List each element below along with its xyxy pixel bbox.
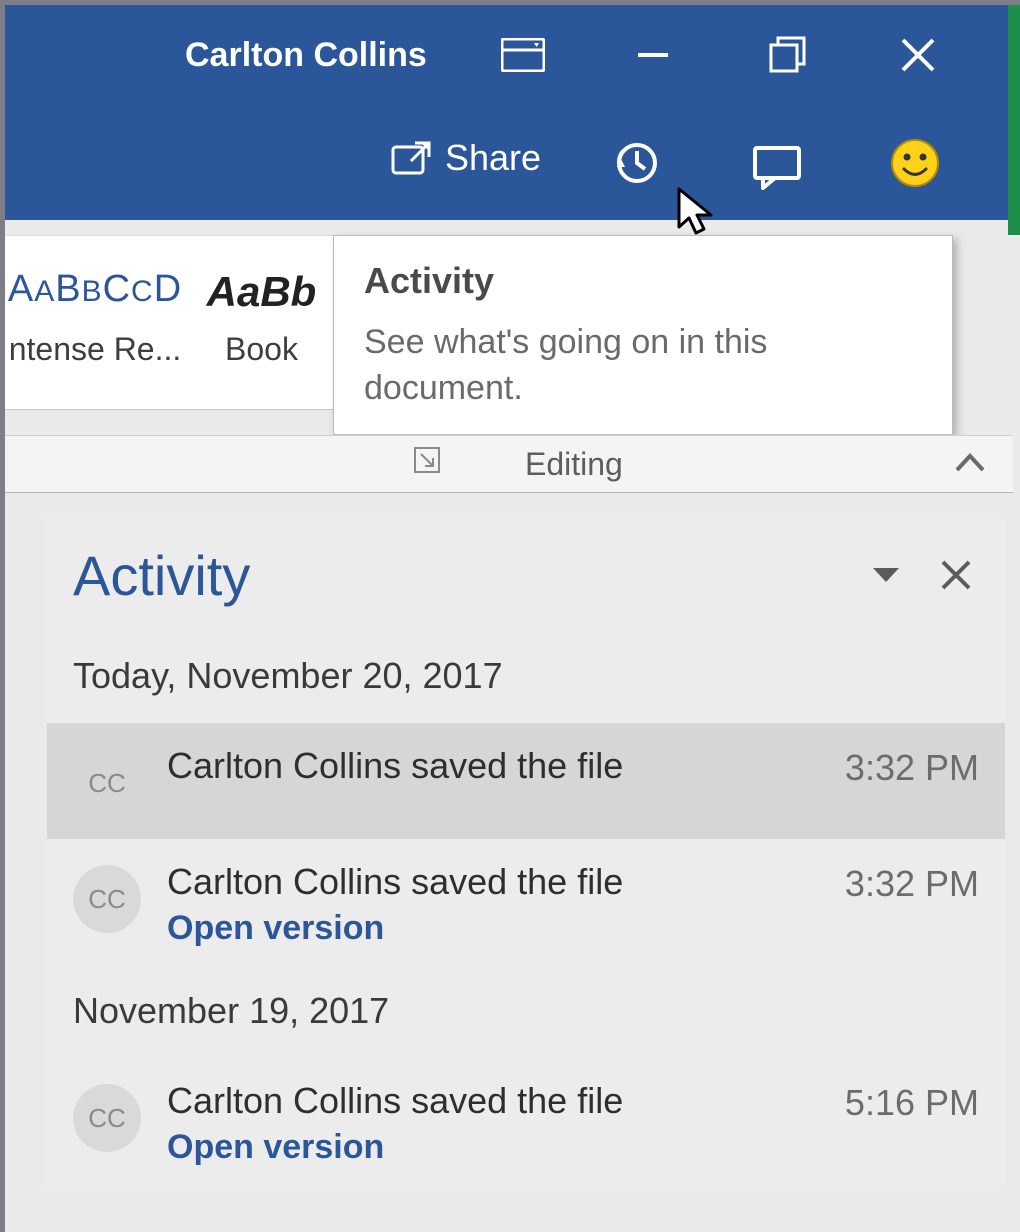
- avatar: CC: [73, 865, 141, 933]
- activity-tooltip: Activity See what's going on in this doc…: [333, 235, 953, 435]
- open-version-link[interactable]: Open version: [167, 1128, 819, 1167]
- activity-item-body: Carlton Collins saved the file Open vers…: [167, 861, 819, 948]
- ribbon-display-icon: [501, 38, 545, 72]
- dropdown-icon: [869, 564, 903, 586]
- restore-button[interactable]: [730, 5, 845, 105]
- activity-item[interactable]: CC Carlton Collins saved the file 3:32 P…: [47, 723, 1005, 839]
- minimize-icon: [634, 36, 672, 74]
- style-intense-reference[interactable]: AABBCCD ntense Re...: [5, 236, 185, 411]
- avatar: CC: [73, 1084, 141, 1152]
- activity-time: 3:32 PM: [845, 863, 979, 905]
- style-label: Book: [190, 331, 333, 368]
- smiley-icon: [890, 138, 940, 188]
- titlebar: Carlton Collins: [5, 5, 1020, 105]
- comment-icon: [751, 144, 803, 190]
- styles-gallery: AABBCCD ntense Re... AaBb Book: [5, 235, 333, 410]
- comments-button[interactable]: [747, 137, 807, 197]
- ribbon-command-area: Share: [5, 105, 1020, 220]
- activity-time: 5:16 PM: [845, 1082, 979, 1124]
- restore-icon: [768, 35, 808, 75]
- tooltip-title: Activity: [364, 260, 922, 302]
- dialog-launcher-icon: [413, 446, 441, 474]
- style-sample: AABBCCD: [5, 236, 185, 331]
- open-version-link[interactable]: Open version: [167, 909, 819, 948]
- chevron-up-icon: [953, 450, 987, 476]
- close-icon: [898, 35, 938, 75]
- style-label: ntense Re...: [5, 331, 185, 368]
- activity-text: Carlton Collins saved the file: [167, 861, 819, 903]
- share-button[interactable]: Share: [389, 137, 541, 179]
- style-sample: AaBb: [190, 236, 333, 331]
- pane-close-button[interactable]: [921, 540, 991, 610]
- activity-pane: Activity Today, November 20, 2017 CC Car…: [47, 515, 1005, 1189]
- word-window-fragment: Carlton Collins: [0, 0, 1020, 1232]
- ribbon-display-options-button[interactable]: [465, 5, 580, 105]
- activity-time: 3:32 PM: [845, 747, 979, 789]
- activity-item-body: Carlton Collins saved the file: [167, 745, 819, 787]
- activity-date-heading: November 19, 2017: [73, 990, 1005, 1032]
- tooltip-body: See what's going on in this document.: [364, 320, 922, 412]
- feedback-button[interactable]: [885, 133, 945, 193]
- style-book-title[interactable]: AaBb Book: [190, 236, 333, 411]
- share-label: Share: [445, 137, 541, 179]
- share-icon: [389, 137, 431, 179]
- activity-text: Carlton Collins saved the file: [167, 745, 819, 787]
- minimize-button[interactable]: [595, 5, 710, 105]
- ribbon-group-row: Editing: [5, 435, 1013, 493]
- close-icon: [939, 558, 973, 592]
- activity-item[interactable]: CC Carlton Collins saved the file Open v…: [47, 839, 1005, 970]
- pane-options-button[interactable]: [851, 540, 921, 610]
- avatar: CC: [73, 749, 141, 817]
- activity-text: Carlton Collins saved the file: [167, 1080, 819, 1122]
- activity-item[interactable]: CC Carlton Collins saved the file Open v…: [47, 1058, 1005, 1189]
- right-accent-strip: [1008, 5, 1020, 235]
- activity-pane-header: Activity: [47, 515, 1005, 635]
- account-name[interactable]: Carlton Collins: [185, 36, 427, 75]
- activity-button[interactable]: [605, 133, 665, 193]
- editing-group-label[interactable]: Editing: [525, 446, 623, 483]
- activity-item-body: Carlton Collins saved the file Open vers…: [167, 1080, 819, 1167]
- close-button[interactable]: [860, 5, 975, 105]
- activity-pane-title: Activity: [73, 543, 851, 608]
- history-icon: [609, 137, 661, 189]
- collapse-ribbon-button[interactable]: [953, 450, 987, 476]
- dialog-launcher-button[interactable]: [413, 446, 441, 474]
- activity-date-heading: Today, November 20, 2017: [73, 655, 1005, 697]
